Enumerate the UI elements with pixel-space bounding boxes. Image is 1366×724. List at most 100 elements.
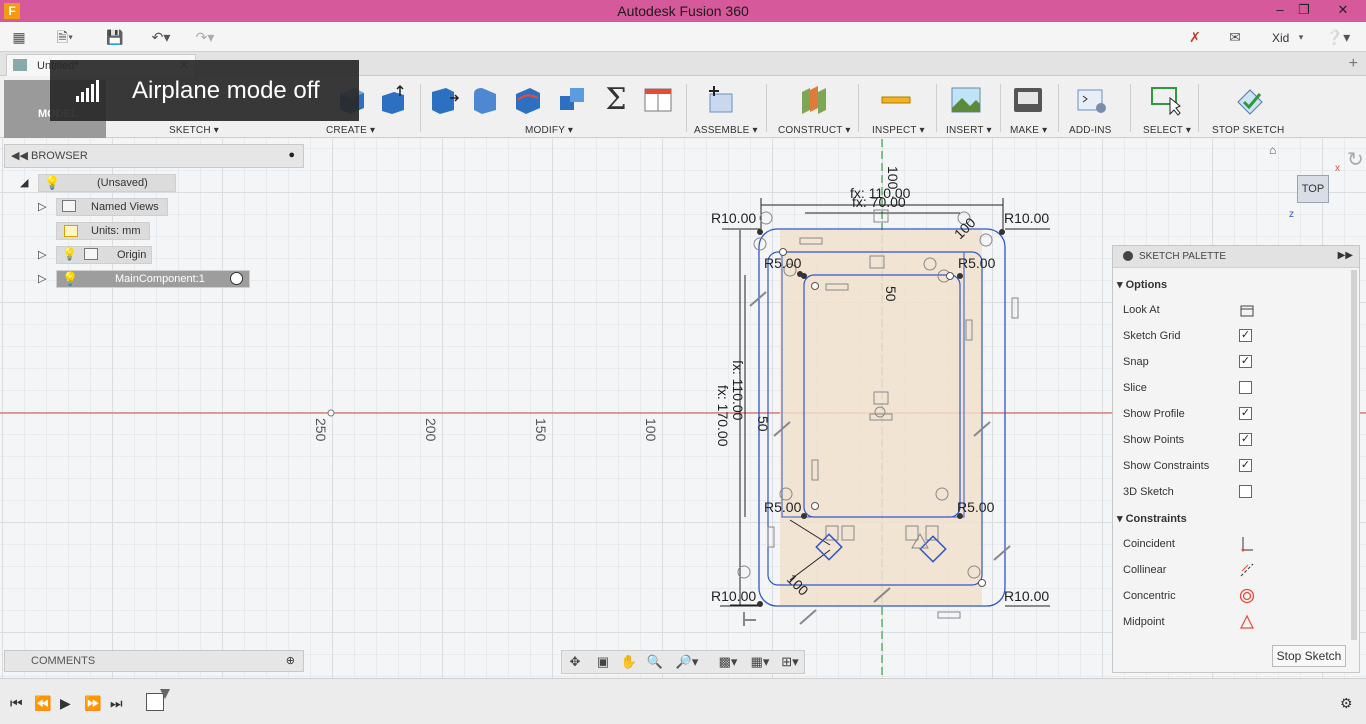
lightbulb-off-icon[interactable]: 💡 (62, 247, 77, 261)
select-menu[interactable]: SELECT ▾ (1143, 125, 1191, 136)
lightbulb-icon[interactable]: 💡 (62, 271, 78, 287)
pan-hand-icon[interactable]: ✋ (620, 654, 638, 670)
collapse-browser-icon[interactable]: ◀◀ (11, 149, 28, 162)
view-cube-face[interactable]: TOP (1297, 175, 1329, 203)
constraint-collinear[interactable]: Collinear (1123, 563, 1254, 577)
constraint-coincident[interactable]: Coincident (1123, 537, 1253, 552)
assemble-menu[interactable]: ASSEMBLE ▾ (694, 125, 758, 136)
stop-sketch-button[interactable]: STOP SKETCH (1212, 125, 1284, 136)
go-to-end-icon[interactable]: ⏭ (110, 695, 123, 712)
modify-menu[interactable]: MODIFY ▾ (525, 125, 573, 136)
create-menu[interactable]: CREATE ▾ (326, 125, 375, 136)
shell-tool-icon[interactable] (512, 84, 544, 116)
scripts-addins-icon[interactable] (1076, 84, 1108, 116)
collinear-icon[interactable] (1239, 562, 1255, 578)
grid-settings-icon[interactable]: ▦▾ (746, 654, 774, 670)
comments-panel[interactable]: COMMENTS ⊕ (4, 650, 304, 672)
show-profile-checkbox[interactable]: ✓ (1239, 407, 1252, 420)
orbit-icon[interactable]: ✥ (566, 654, 584, 670)
fillet-tool-icon[interactable] (470, 84, 502, 116)
make-menu[interactable]: MAKE ▾ (1010, 125, 1047, 136)
expanded-arrow-icon[interactable]: ◢ (20, 176, 30, 189)
go-to-start-icon[interactable]: ⏮ (10, 695, 23, 712)
coincident-icon[interactable] (1239, 536, 1255, 552)
view-cube[interactable]: TOP ⌂ x z ↻ (1269, 143, 1364, 220)
measure-tool-icon[interactable] (880, 84, 912, 116)
constraint-midpoint[interactable]: Midpoint (1123, 614, 1254, 629)
options-section-header[interactable]: ▾ Options (1117, 278, 1167, 291)
browser-panel-header[interactable]: ◀◀ BROWSER ● (4, 144, 304, 168)
constraints-section-header[interactable]: ▾ Constraints (1117, 512, 1187, 525)
activate-radio-icon[interactable] (230, 272, 243, 285)
option-slice[interactable]: Slice (1123, 381, 1252, 394)
select-tool-icon[interactable] (1150, 84, 1182, 116)
play-icon[interactable]: ▶ (60, 695, 71, 712)
concentric-icon[interactable] (1239, 588, 1255, 604)
midpoint-icon[interactable] (1239, 614, 1255, 630)
inspect-menu[interactable]: INSPECT ▾ (872, 125, 925, 136)
redo-icon[interactable]: ↷▾ (190, 29, 220, 45)
save-icon[interactable]: 💾 (106, 29, 124, 45)
user-menu[interactable]: Xid (1272, 31, 1289, 45)
insert-menu[interactable]: INSERT ▾ (946, 125, 992, 136)
show-constraints-checkbox[interactable]: ✓ (1239, 459, 1252, 472)
file-menu-icon[interactable]: 🗎▾ (56, 29, 74, 45)
collapsed-arrow-icon[interactable]: ▷ (38, 248, 48, 261)
construct-menu[interactable]: CONSTRUCT ▾ (778, 125, 851, 136)
new-component-icon[interactable] (706, 84, 738, 116)
zoom-icon[interactable]: 🔍 (646, 654, 664, 670)
display-settings-icon[interactable]: ▩▾ (714, 654, 742, 670)
offset-plane-icon[interactable] (798, 84, 830, 116)
slice-checkbox[interactable] (1239, 381, 1252, 394)
show-points-checkbox[interactable]: ✓ (1239, 433, 1252, 446)
palette-dock-icon[interactable]: ▶▶ (1338, 250, 1353, 261)
undo-icon[interactable]: ↶▾ (146, 29, 176, 45)
extrude-tool-icon[interactable] (378, 84, 410, 116)
snap-checkbox[interactable]: ✓ (1239, 355, 1252, 368)
collapsed-arrow-icon[interactable]: ▷ (38, 200, 48, 213)
new-tab-icon[interactable]: + (1349, 55, 1358, 73)
option-snap[interactable]: Snap ✓ (1123, 355, 1252, 368)
collapsed-arrow-icon[interactable]: ▷ (38, 272, 48, 285)
add-comment-icon[interactable]: ⊕ (286, 654, 295, 667)
step-back-icon[interactable]: ⏪ (34, 695, 51, 712)
data-panel-grid-icon[interactable]: ▦ (10, 29, 28, 45)
lightbulb-icon[interactable]: 💡 (44, 175, 60, 191)
fit-zoom-icon[interactable]: 🔎▾ (672, 654, 702, 670)
stop-sketch-palette-button[interactable]: Stop Sketch (1272, 645, 1346, 667)
palette-scrollbar[interactable] (1351, 270, 1357, 640)
option-sketch-grid[interactable]: Sketch Grid ✓ (1123, 329, 1252, 342)
option-show-profile[interactable]: Show Profile ✓ (1123, 407, 1252, 420)
3d-sketch-checkbox[interactable] (1239, 485, 1252, 498)
help-icon[interactable]: ❔▾ (1324, 29, 1352, 45)
close-window-button[interactable]: ✕ (1320, 0, 1366, 22)
sketch-menu[interactable]: SKETCH ▾ (169, 125, 219, 136)
stop-sketch-icon[interactable] (1234, 84, 1266, 116)
offline-icon[interactable]: ✗ (1186, 29, 1204, 45)
sketch-palette-header[interactable]: SKETCH PALETTE ▶▶ (1113, 246, 1359, 268)
notification-icon[interactable]: ✉ (1226, 29, 1244, 45)
look-at-icon[interactable] (1239, 302, 1255, 318)
insert-image-icon[interactable] (950, 84, 982, 116)
press-pull-icon[interactable] (428, 84, 460, 116)
option-3d-sketch[interactable]: 3D Sketch (1123, 485, 1252, 498)
rotate-view-icon[interactable]: ↻ (1347, 147, 1364, 172)
addins-menu[interactable]: ADD-INS (1069, 125, 1112, 136)
constraint-concentric[interactable]: Concentric (1123, 588, 1255, 604)
parameters-sigma-icon[interactable]: Σ (600, 84, 632, 116)
user-dropdown-icon[interactable]: ▾ (1292, 29, 1310, 45)
option-show-constraints[interactable]: Show Constraints ✓ (1123, 459, 1252, 472)
combine-tool-icon[interactable] (556, 84, 588, 116)
viewports-icon[interactable]: ⊞▾ (776, 654, 804, 670)
sketch-grid-checkbox[interactable]: ✓ (1239, 329, 1252, 342)
palette-collapse-icon[interactable] (1123, 251, 1133, 261)
restore-button[interactable]: ❐ (1290, 0, 1318, 22)
3d-print-icon[interactable] (1012, 84, 1044, 116)
timeline-settings-gear-icon[interactable]: ⚙ (1340, 695, 1353, 712)
home-view-icon[interactable]: ⌂ (1269, 143, 1276, 157)
option-show-points[interactable]: Show Points ✓ (1123, 433, 1252, 446)
timeline-sketch-feature-icon[interactable] (146, 693, 164, 711)
option-look-at[interactable]: Look At (1123, 304, 1254, 317)
step-forward-icon[interactable]: ⏩ (84, 695, 101, 712)
look-at-icon[interactable]: ▣ (594, 654, 612, 670)
